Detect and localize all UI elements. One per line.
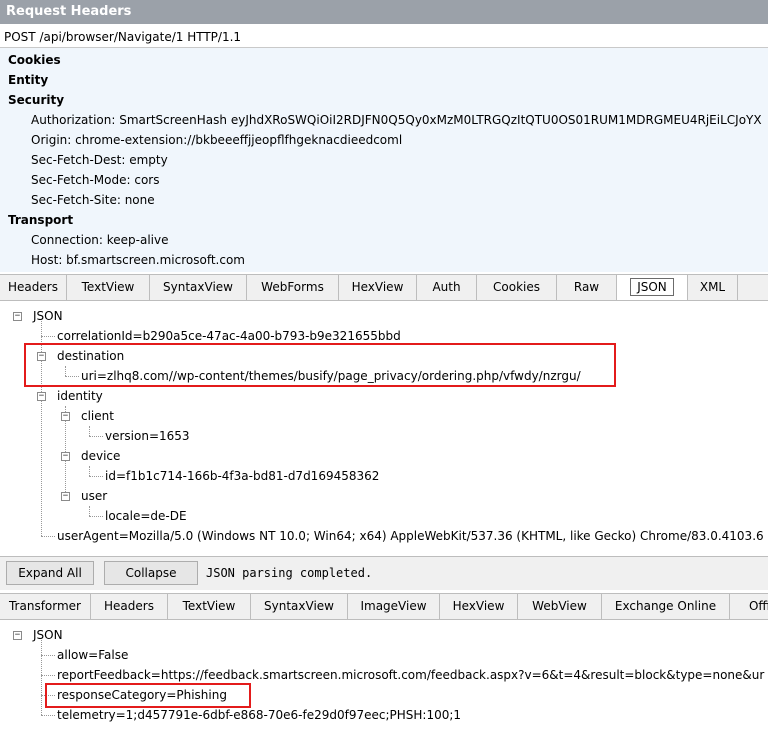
tab-textview[interactable]: TextView: [67, 275, 150, 300]
tree-user-locale[interactable]: locale=de-DE: [105, 506, 187, 526]
group-entity[interactable]: Entity: [8, 70, 48, 90]
tree-connector: [89, 516, 103, 517]
tab-cookies[interactable]: Cookies: [477, 275, 557, 300]
tree-device[interactable]: device: [81, 446, 120, 466]
tree-connector: [41, 675, 55, 676]
headers-panel: Cookies Entity Security Authorization: S…: [0, 48, 768, 272]
collapse-icon[interactable]: −: [61, 412, 70, 421]
tree-connector: [41, 640, 42, 715]
tab-imageview[interactable]: ImageView: [348, 594, 440, 619]
header-sec-fetch-mode[interactable]: Sec-Fetch-Mode: cors: [31, 170, 159, 190]
tree-client[interactable]: client: [81, 406, 114, 426]
tab-office[interactable]: Offi: [730, 594, 768, 619]
group-transport[interactable]: Transport: [8, 210, 73, 230]
expand-all-button[interactable]: Expand All: [6, 561, 94, 585]
tree-telemetry[interactable]: telemetry=1;d457791e-6dbf-e868-70e6-fe29…: [57, 705, 461, 725]
tab-response-syntaxview[interactable]: SyntaxView: [251, 594, 348, 619]
tab-xml[interactable]: XML: [688, 275, 738, 300]
group-cookies[interactable]: Cookies: [8, 50, 61, 70]
header-origin[interactable]: Origin: chrome-extension://bkbeeeffjjeop…: [31, 130, 402, 150]
tab-webview[interactable]: WebView: [518, 594, 602, 619]
tree-client-version[interactable]: version=1653: [105, 426, 190, 446]
tab-response-hexview[interactable]: HexView: [440, 594, 518, 619]
tree-connector: [89, 466, 90, 476]
header-sec-fetch-site[interactable]: Sec-Fetch-Site: none: [31, 190, 155, 210]
tree-response-root-json[interactable]: JSON: [33, 625, 63, 645]
header-authorization[interactable]: Authorization: SmartScreenHash eyJhdXRoS…: [31, 110, 762, 130]
request-tab-bar: Headers TextView SyntaxView WebForms Hex…: [0, 274, 768, 301]
tree-user[interactable]: user: [81, 486, 107, 506]
group-security[interactable]: Security: [8, 90, 64, 110]
tab-transformer[interactable]: Transformer: [0, 594, 91, 619]
tree-connector: [41, 536, 55, 537]
tab-raw[interactable]: Raw: [557, 275, 617, 300]
request-headers-title: Request Headers: [0, 0, 768, 24]
tab-syntaxview[interactable]: SyntaxView: [150, 275, 247, 300]
tree-connector: [89, 426, 90, 436]
tree-root-json[interactable]: JSON: [33, 306, 63, 326]
tree-device-id[interactable]: id=f1b1c714-166b-4f3a-bd81-d7d169458362: [105, 466, 379, 486]
collapse-icon[interactable]: −: [61, 492, 70, 501]
header-sec-fetch-dest[interactable]: Sec-Fetch-Dest: empty: [31, 150, 168, 170]
tree-connector: [89, 476, 103, 477]
tab-response-headers[interactable]: Headers: [91, 594, 168, 619]
tree-allow[interactable]: allow=False: [57, 645, 128, 665]
request-json-tree: − JSON correlationId=b290a5ce-47ac-4a00-…: [0, 301, 768, 556]
tree-connector: [41, 655, 55, 656]
collapse-icon[interactable]: −: [61, 452, 70, 461]
tree-connector: [41, 715, 55, 716]
collapse-icon[interactable]: −: [37, 392, 46, 401]
tree-user-agent[interactable]: userAgent=Mozilla/5.0 (Windows NT 10.0; …: [57, 526, 764, 546]
tab-json[interactable]: JSON: [617, 275, 688, 300]
tab-webforms[interactable]: WebForms: [247, 275, 339, 300]
request-line: POST /api/browser/Navigate/1 HTTP/1.1: [0, 26, 768, 48]
tab-headers[interactable]: Headers: [0, 275, 67, 300]
tab-auth[interactable]: Auth: [417, 275, 477, 300]
tree-report-feedback[interactable]: reportFeedback=https://feedback.smartscr…: [57, 665, 764, 685]
tab-exchange-online[interactable]: Exchange Online: [602, 594, 730, 619]
tab-hexview[interactable]: HexView: [339, 275, 417, 300]
destination-highlight-box: [24, 343, 616, 387]
tree-connector: [89, 506, 90, 516]
response-category-highlight-box: [45, 683, 251, 708]
header-connection[interactable]: Connection: keep-alive: [31, 230, 169, 250]
response-json-tree: − JSON allow=False reportFeedback=https:…: [0, 620, 768, 732]
response-tab-bar: Transformer Headers TextView SyntaxView …: [0, 593, 768, 620]
header-host[interactable]: Host: bf.smartscreen.microsoft.com: [31, 250, 245, 270]
collapse-icon[interactable]: −: [13, 312, 22, 321]
collapse-button[interactable]: Collapse: [104, 561, 198, 585]
parse-status: JSON parsing completed.: [206, 566, 373, 580]
tree-identity[interactable]: identity: [57, 386, 103, 406]
tab-response-textview[interactable]: TextView: [168, 594, 251, 619]
collapse-icon[interactable]: −: [13, 631, 22, 640]
json-action-bar: Expand All Collapse JSON parsing complet…: [0, 556, 768, 590]
tree-connector: [41, 336, 55, 337]
tree-connector: [89, 436, 103, 437]
